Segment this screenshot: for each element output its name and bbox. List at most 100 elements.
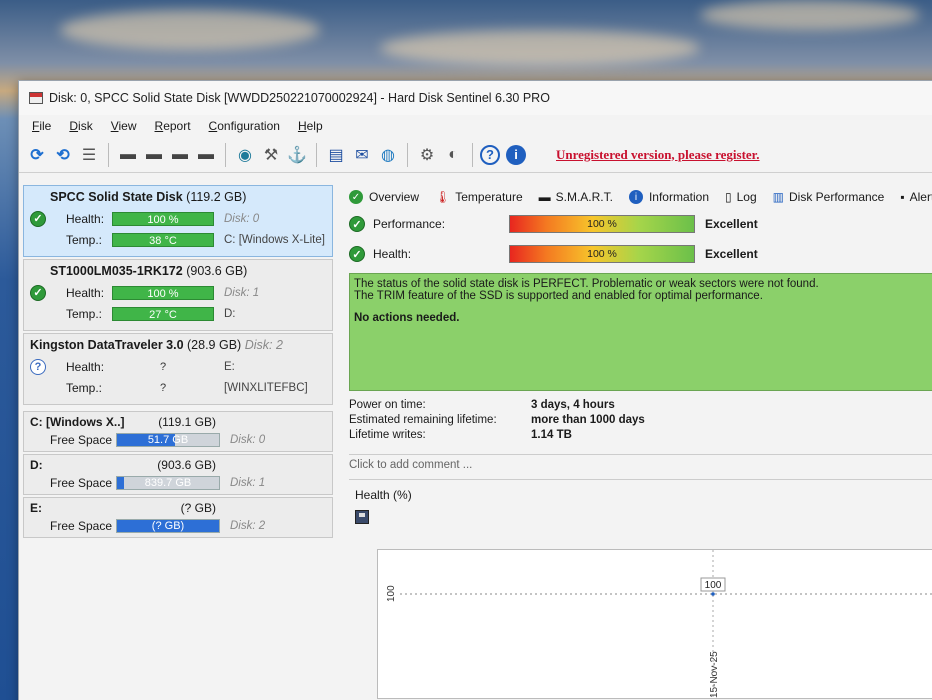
menu-configuration[interactable]: Configuration [200, 119, 289, 133]
health-label: Health: [66, 359, 105, 374]
toolbar-separator [316, 142, 317, 167]
check-icon: ✓ [349, 246, 365, 262]
tab-smart[interactable]: ▬ S.M.A.R.T. [533, 190, 619, 204]
info-row: Power on time: 3 days, 4 hours [343, 399, 932, 414]
detail-pane: ✓ Overview 🌡 Temperature ▬ S.M.A.R.T. i Info… [343, 185, 932, 700]
health-rating: Excellent [705, 247, 758, 261]
free-space-bar: 839.7 GB [116, 476, 220, 490]
toolbar-separator [108, 142, 109, 167]
background-cloud [60, 10, 320, 50]
tab-overview[interactable]: ✓ Overview [343, 190, 425, 204]
refresh-all-icon[interactable]: ⟲ [51, 143, 75, 167]
background-cloud [700, 0, 920, 30]
info-value: 3 days, 4 hours [531, 399, 615, 411]
window-title: Disk: 0, SPCC Solid State Disk [WWDD2502… [49, 91, 550, 105]
disk-entry[interactable]: SPCC Solid State Disk (119.2 GB) ✓ Healt… [23, 185, 333, 257]
health-bar: 100 % [112, 211, 214, 226]
usb-icon[interactable]: ⚓ [285, 143, 309, 167]
disk-health-row: ✓ Health: 100 % Disk: 1 [30, 282, 326, 303]
question-icon: ? [30, 358, 46, 375]
info-icon: i [628, 190, 643, 204]
menu-report[interactable]: Report [146, 119, 200, 133]
disk-temp-row: Temp.: ? [WINXLITEFBC] [30, 377, 326, 398]
data-label: 100 [705, 580, 722, 591]
volume-label: [WINXLITEFBC] [224, 381, 308, 394]
health-chart: 100 100 15-Nov-25 [377, 549, 932, 700]
disk-number: Disk: 0 [224, 212, 260, 225]
performance-row: ✓ Performance: 100 % Excellent [343, 209, 932, 239]
gear-icon[interactable]: ⚙ [415, 143, 439, 167]
menu-disk[interactable]: Disk [60, 119, 101, 133]
disk-entry[interactable]: ST1000LM035-1RK172 (903.6 GB) ✓ Health: … [23, 259, 333, 331]
free-space-bar: 51.7 GB [116, 433, 220, 447]
disk-health-row: ? Health: ? E: [30, 356, 326, 377]
free-space-value: (? GB) [151, 520, 185, 532]
tools-icon[interactable]: ⚒ [259, 143, 283, 167]
disk-test-icon[interactable]: ▬ [194, 143, 218, 167]
volume-entry[interactable]: D: (903.6 GB) Free Space 839.7 GB Disk: 1 [23, 454, 333, 495]
info-key: Power on time: [349, 399, 426, 411]
menu-file[interactable]: File [23, 119, 60, 133]
disk-name: Kingston DataTraveler 3.0 (28.9 GB) Disk… [30, 338, 283, 352]
app-window: Disk: 0, SPCC Solid State Disk [WWDD2502… [18, 80, 932, 700]
used-fill [117, 477, 125, 489]
x-tick-label: 15-Nov-25 [709, 651, 720, 698]
health-bar: 100 % [112, 285, 214, 300]
info-key: Lifetime writes: [349, 429, 426, 441]
toolbar-separator [472, 142, 473, 167]
drive-letter: E: [224, 360, 235, 373]
tab-temperature[interactable]: 🌡 Temperature [429, 190, 529, 204]
temp-bar: 38 °C [112, 232, 214, 247]
report-icon[interactable]: ▤ [324, 143, 348, 167]
check-icon: ✓ [349, 190, 363, 204]
free-space-label: Free Space [50, 433, 113, 447]
tab-disk-performance[interactable]: ▥ Disk Performance [767, 190, 891, 204]
actions-text: No actions needed. [354, 312, 460, 324]
tab-information[interactable]: i Information [623, 190, 715, 204]
disk-icon[interactable]: ▬ [116, 143, 140, 167]
health-label: Health: [66, 211, 105, 226]
free-space-bar: (? GB) [116, 519, 220, 533]
disk-entry[interactable]: Kingston DataTraveler 3.0 (28.9 GB) Disk… [23, 333, 333, 405]
performance-rating: Excellent [705, 217, 758, 231]
save-icon[interactable] [355, 510, 369, 524]
menu-bar: File Disk View Report Configuration Help [19, 115, 932, 137]
help-icon[interactable]: ? [480, 144, 500, 165]
info-key: Estimated remaining lifetime: [349, 414, 497, 426]
menu-help[interactable]: Help [289, 119, 332, 133]
temp-label: Temp.: [66, 232, 103, 247]
register-link[interactable]: Unregistered version, please register. [556, 147, 760, 163]
network-icon[interactable]: ◉ [233, 143, 257, 167]
info-icon[interactable]: i [506, 144, 526, 165]
check-icon: ✓ [30, 210, 46, 227]
menu-view[interactable]: View [102, 119, 146, 133]
chart-title: Health (%) [355, 488, 412, 502]
mail-icon[interactable]: ✉ [350, 143, 374, 167]
temp-bar: 27 °C [112, 306, 214, 321]
thermometer-icon: 🌡 [435, 190, 451, 204]
temp-label: Temp.: [66, 380, 103, 395]
tab-log[interactable]: ▯ Log [719, 190, 763, 204]
toolbar-separator [225, 142, 226, 167]
sound-icon[interactable]: ◐ [441, 143, 465, 167]
disk-temp-row: Temp.: 27 °C D: [30, 303, 326, 324]
free-space-label: Free Space [50, 519, 113, 533]
tab-alerts[interactable]: ▪Alerts [894, 190, 932, 204]
disk-check-icon[interactable]: ▬ [168, 143, 192, 167]
toolbar-separator [407, 142, 408, 167]
world-icon[interactable]: ◍ [376, 143, 400, 167]
check-icon: ✓ [349, 216, 365, 232]
status-message-box: The status of the solid state disk is PE… [349, 273, 932, 391]
partition-label: C: [Windows X-Lite] [224, 233, 325, 246]
refresh-icon[interactable]: ⟳ [25, 143, 49, 167]
check-icon: ✓ [30, 284, 46, 301]
disk-name: ST1000LM035-1RK172 (903.6 GB) [50, 264, 248, 278]
disk-name: SPCC Solid State Disk (119.2 GB) [50, 190, 247, 204]
disk-clock-icon[interactable]: ▬ [142, 143, 166, 167]
volume-entry[interactable]: C: [Windows X..] (119.1 GB) Free Space 51… [23, 411, 333, 452]
volume-entry[interactable]: E: (? GB) Free Space (? GB) Disk: 2 [23, 497, 333, 538]
disk-health-row: ✓ Health: 100 % Disk: 0 [30, 208, 326, 229]
free-space-value: 51.7 GB [147, 434, 189, 446]
comment-field[interactable]: Click to add comment ... [349, 454, 932, 480]
list-icon[interactable]: ☰ [77, 143, 101, 167]
